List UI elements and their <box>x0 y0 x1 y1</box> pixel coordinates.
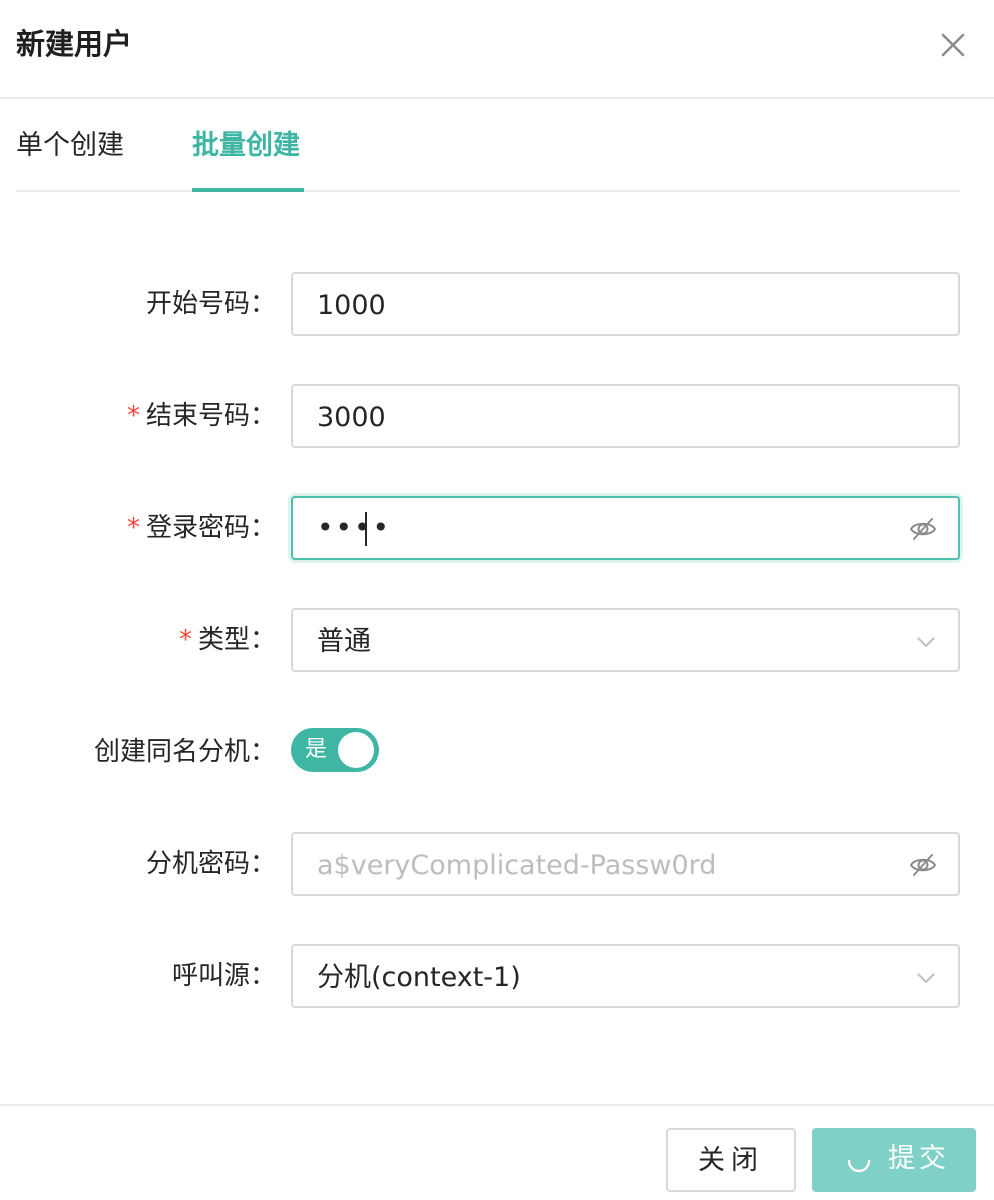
extension-password-input[interactable]: a$veryComplicated-Passw0rd <box>291 832 960 896</box>
call-source-select[interactable]: 分机(context-1) <box>291 944 960 1008</box>
type-select[interactable]: 普通 <box>291 608 960 672</box>
close-button[interactable]: 关闭 <box>666 1128 796 1192</box>
end-number-value: 3000 <box>317 402 386 433</box>
submit-button-label: 提交 <box>888 1143 950 1174</box>
required-mark: * <box>126 401 140 431</box>
end-number-label: * 结束号码： <box>126 401 276 431</box>
end-number-row: * 结束号码： 3000 <box>0 384 994 448</box>
password-mask: •••• <box>317 511 392 544</box>
toggle-knob <box>338 732 374 768</box>
call-source-selected-value: 分机(context-1) <box>317 962 521 993</box>
type-selected-value: 普通 <box>317 626 371 657</box>
create-extension-row: 创建同名分机： 是 <box>0 720 994 784</box>
extension-password-placeholder: a$veryComplicated-Passw0rd <box>317 850 717 881</box>
create-extension-label: 创建同名分机： <box>93 737 276 767</box>
login-password-row: * 登录密码： •••• <box>0 496 994 560</box>
type-label: * 类型： <box>178 625 276 655</box>
chevron-down-icon <box>917 973 935 984</box>
submit-button[interactable]: 提交 <box>812 1128 976 1192</box>
tab-bar: 单个创建 批量创建 <box>16 110 960 192</box>
type-row: * 类型： 普通 <box>0 608 994 672</box>
active-tab-indicator <box>192 188 304 192</box>
login-password-label: * 登录密码： <box>126 513 276 543</box>
dialog-header: 新建用户 <box>0 0 994 99</box>
extension-password-label: 分机密码： <box>145 849 276 879</box>
eye-slash-icon[interactable] <box>908 514 938 544</box>
start-number-value: 1000 <box>317 290 386 321</box>
extension-password-row: 分机密码： a$veryComplicated-Passw0rd <box>0 832 994 896</box>
dialog-title: 新建用户 <box>16 27 133 61</box>
close-button-label: 关闭 <box>698 1145 764 1176</box>
dialog-footer: 关闭 提交 <box>0 1104 994 1200</box>
create-extension-toggle[interactable]: 是 <box>291 728 379 772</box>
start-number-row: 开始号码： 1000 <box>0 272 994 336</box>
required-mark: * <box>126 513 140 543</box>
tab-single-create[interactable]: 单个创建 <box>16 124 124 168</box>
start-number-label: 开始号码： <box>145 289 276 319</box>
chevron-down-icon <box>917 637 935 648</box>
end-number-input[interactable]: 3000 <box>291 384 960 448</box>
close-icon[interactable] <box>930 24 974 68</box>
call-source-row: 呼叫源： 分机(context-1) <box>0 944 994 1008</box>
loading-spinner-icon <box>847 1159 871 1173</box>
toggle-state-text: 是 <box>305 737 328 762</box>
eye-slash-icon[interactable] <box>908 850 938 880</box>
tab-batch-create[interactable]: 批量创建 <box>192 124 300 168</box>
start-number-input[interactable]: 1000 <box>291 272 960 336</box>
call-source-label: 呼叫源： <box>171 961 276 991</box>
required-mark: * <box>178 625 192 655</box>
text-caret <box>365 512 367 546</box>
login-password-input[interactable]: •••• <box>291 496 960 560</box>
